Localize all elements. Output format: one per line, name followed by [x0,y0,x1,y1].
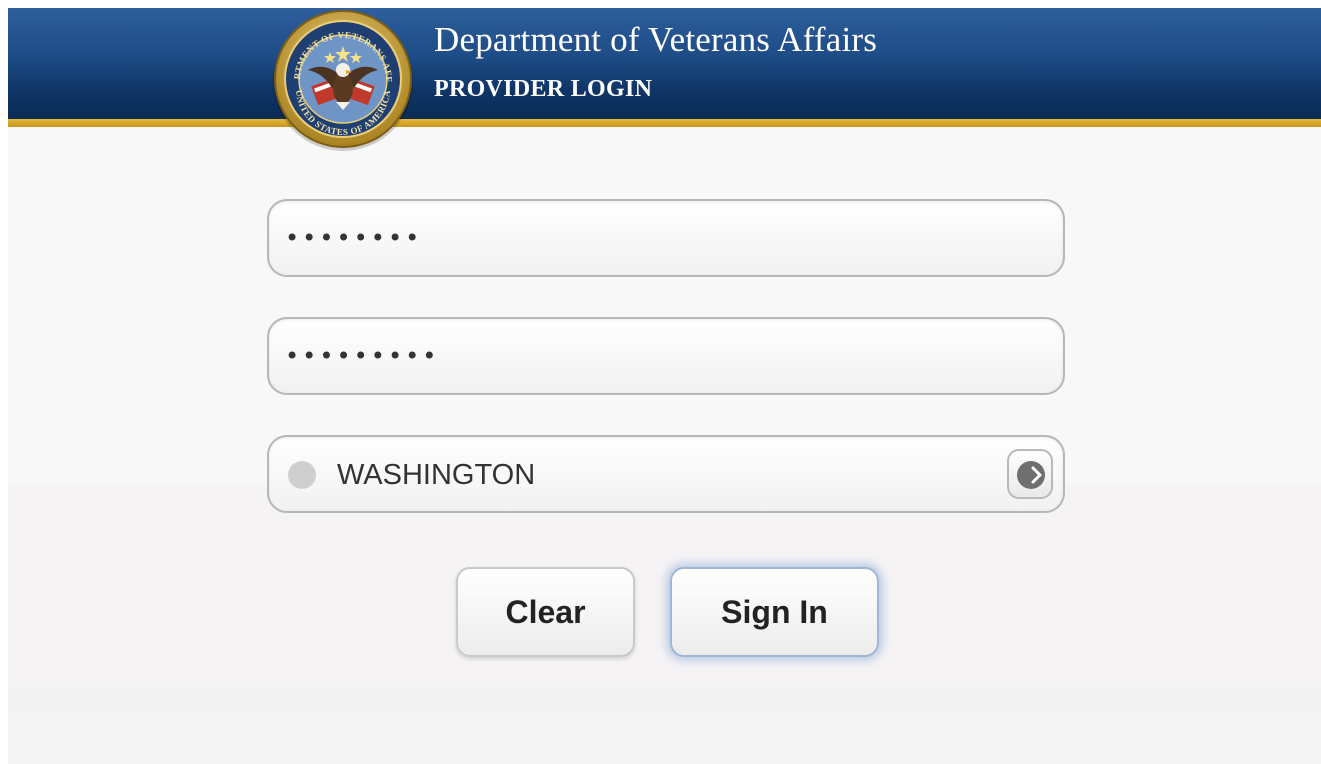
eagle-seal-icon: DEPARTMENT OF VETERANS AFFAIRS UNITED ST… [267,8,413,151]
site-selected-value: WASHINGTON [337,459,536,491]
header-gold-stripe [8,119,1321,127]
site-select[interactable]: WASHINGTON [267,435,1065,513]
app-window: DEPARTMENT OF VETERANS AFFAIRS UNITED ST… [8,8,1321,764]
dropdown-arrow-icon [1017,461,1045,489]
page-subtitle: PROVIDER LOGIN [434,76,653,102]
password-input[interactable] [285,319,1035,393]
dropdown-toggle-button[interactable] [1007,449,1053,499]
username-field[interactable] [267,199,1065,277]
clear-button[interactable]: Clear [456,567,635,657]
sign-in-button[interactable]: Sign In [670,567,879,657]
username-input[interactable] [285,201,1035,275]
va-seal-logo: DEPARTMENT OF VETERANS AFFAIRS UNITED ST… [267,8,416,154]
password-field[interactable] [267,317,1065,395]
page-title: Department of Veterans Affairs [434,20,878,59]
site-radio-icon [288,461,316,489]
